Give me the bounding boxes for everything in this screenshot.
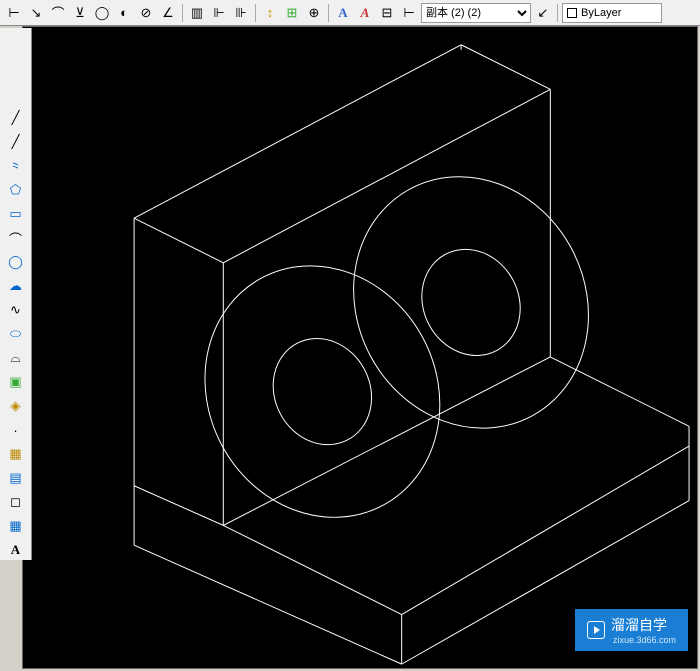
diameter-dim-icon[interactable]: ⊘ [136, 3, 156, 23]
dim-space-icon[interactable]: ↕ [260, 3, 280, 23]
dimension-toolbar: ⊢ ↘ ⌒ ⊻ ◯ ◐ ⊘ ∠ ▥ ⊩ ⊪ ↕ ⊞ ⊕ A A ⊟ ⊢ 副本 (… [0, 0, 700, 26]
dim-text-edit-icon[interactable]: A [355, 3, 375, 23]
baseline-dim-icon[interactable]: ⊩ [209, 3, 229, 23]
dim-update-icon[interactable]: ⊢ [399, 3, 419, 23]
drawing-canvas[interactable] [22, 26, 698, 669]
divider [557, 4, 558, 22]
polyline-icon[interactable]: ⺀ [5, 156, 27, 176]
divider [328, 4, 329, 22]
dim-break-icon[interactable]: ⊞ [282, 3, 302, 23]
ellipse-arc-icon[interactable]: ⌓ [5, 348, 27, 368]
spline-icon[interactable]: ∿ [5, 300, 27, 320]
rectangle-icon[interactable]: ▭ [5, 204, 27, 224]
dim-style-select[interactable]: 副本 (2) (2) [421, 3, 531, 23]
dim-style-refresh-icon[interactable]: ↙ [533, 3, 553, 23]
region-icon[interactable]: ◻ [5, 492, 27, 512]
construction-line-icon[interactable]: ╱ [5, 132, 27, 152]
circle-icon[interactable]: ◯ [5, 252, 27, 272]
insert-block-icon[interactable]: ▣ [5, 372, 27, 392]
linear-dim-icon[interactable]: ⊢ [4, 3, 24, 23]
dim-text-a-icon[interactable]: A [333, 3, 353, 23]
ordinate-dim-icon[interactable]: ⊻ [70, 3, 90, 23]
tolerance-dim-icon[interactable]: ⊕ [304, 3, 324, 23]
make-block-icon[interactable]: ◈ [5, 396, 27, 416]
watermark: 溜溜自学 zixue.3d66.com [575, 609, 688, 651]
table-icon[interactable]: ▦ [5, 516, 27, 536]
ellipse-icon[interactable]: ⬭ [5, 324, 27, 344]
divider [182, 4, 183, 22]
polygon-icon[interactable]: ⬠ [5, 180, 27, 200]
line-icon[interactable]: ╱ [5, 108, 27, 128]
revision-cloud-icon[interactable]: ☁ [5, 276, 27, 296]
angular-dim-icon[interactable]: ∠ [158, 3, 178, 23]
watermark-url: zixue.3d66.com [613, 635, 676, 645]
watermark-text: 溜溜自学 [611, 617, 667, 633]
layer-label: ByLayer [581, 7, 621, 19]
continue-dim-icon[interactable]: ⊪ [231, 3, 251, 23]
arc-dim-icon[interactable]: ⌒ [48, 3, 68, 23]
dim-edit-icon[interactable]: ⊟ [377, 3, 397, 23]
quick-dim-icon[interactable]: ▥ [187, 3, 207, 23]
color-swatch-icon [567, 8, 577, 18]
divider [255, 4, 256, 22]
draw-toolbar: ╱ ╱ ⺀ ⬠ ▭ ⌒ ◯ ☁ ∿ ⬭ ⌓ ▣ ◈ · ▦ ▤ ◻ ▦ A [0, 28, 32, 560]
wireframe-drawing [35, 29, 695, 666]
multiline-text-icon[interactable]: A [5, 540, 27, 560]
point-icon[interactable]: · [5, 420, 27, 440]
arc-icon[interactable]: ⌒ [5, 228, 27, 248]
aligned-dim-icon[interactable]: ↘ [26, 3, 46, 23]
play-icon [587, 621, 605, 639]
hatch-icon[interactable]: ▦ [5, 444, 27, 464]
gradient-icon[interactable]: ▤ [5, 468, 27, 488]
jogged-dim-icon[interactable]: ◐ [114, 3, 134, 23]
radius-dim-icon[interactable]: ◯ [92, 3, 112, 23]
layer-color-dropdown[interactable]: ByLayer [562, 3, 662, 23]
